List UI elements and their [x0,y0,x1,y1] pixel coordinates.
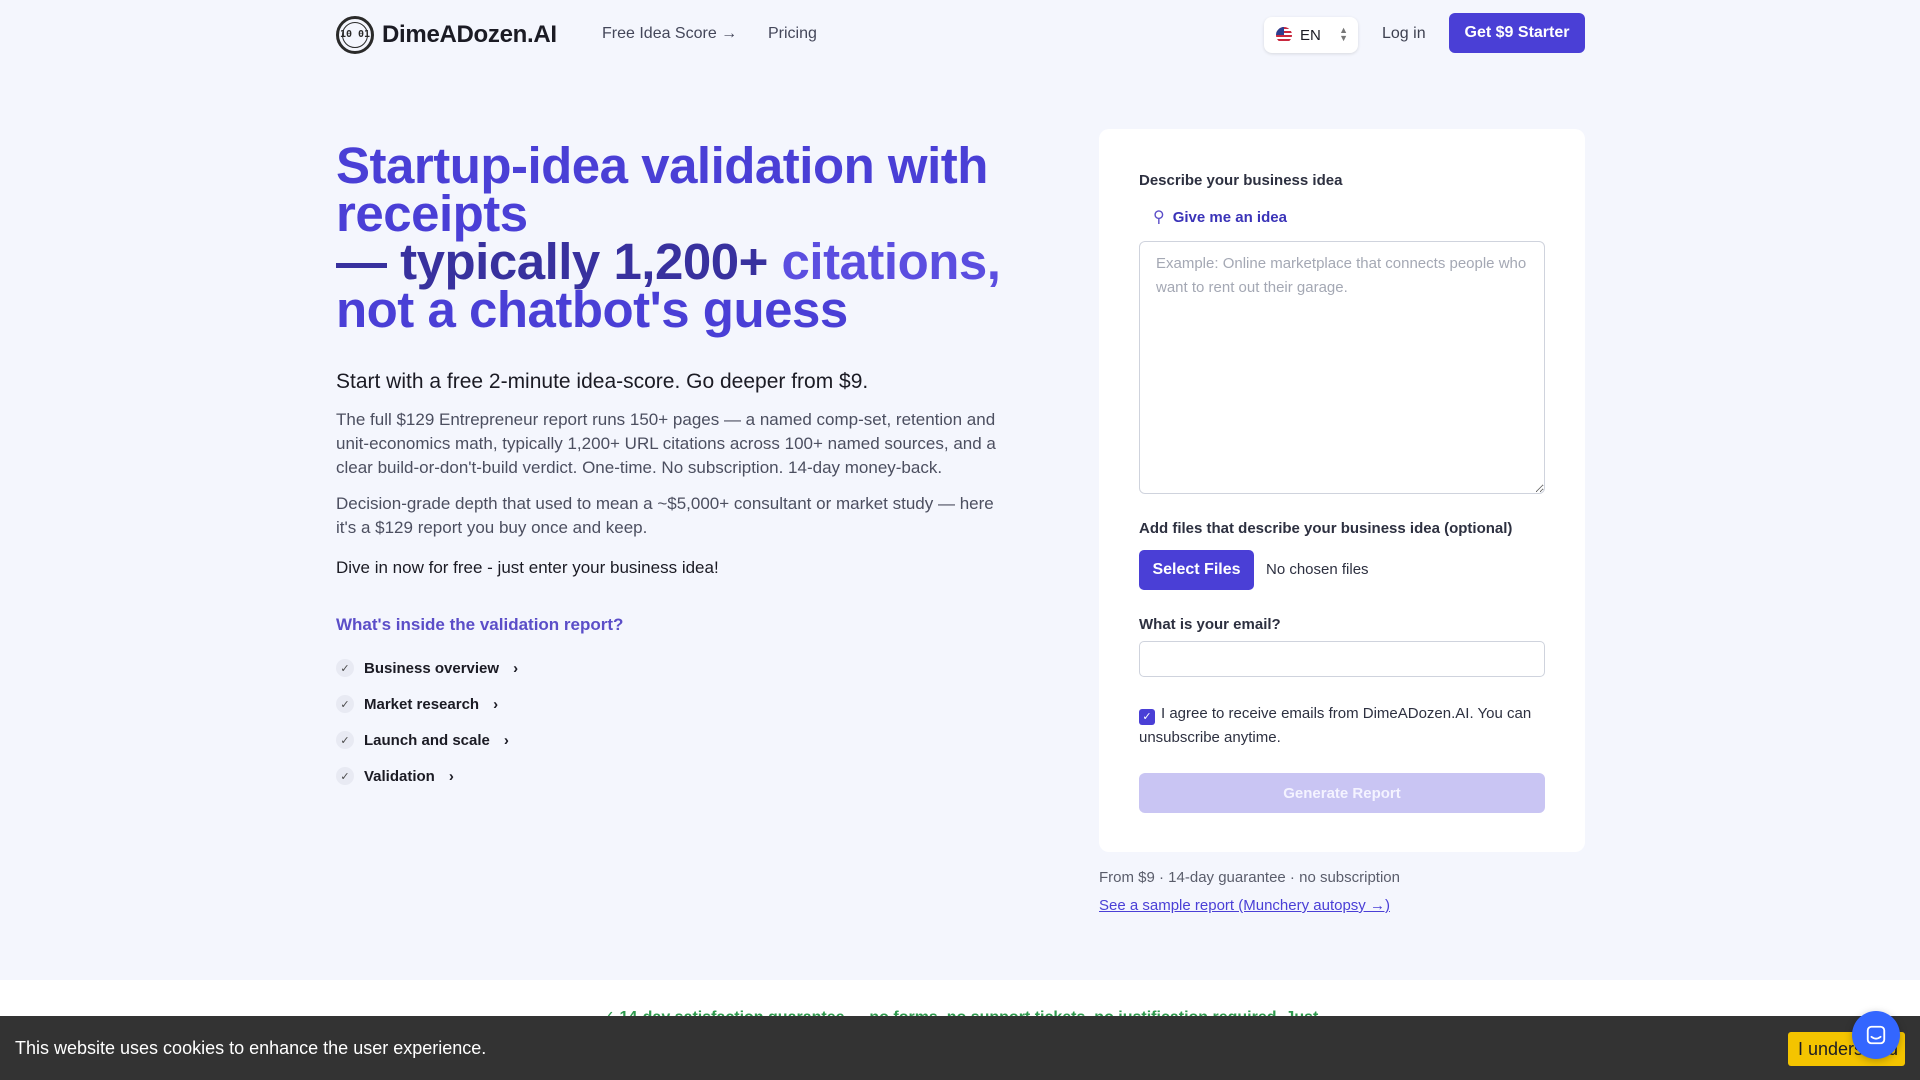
language-select[interactable]: EN ▲ ▼ [1264,17,1358,53]
inside-item-label: Market research [364,695,480,713]
chat-icon [1866,1025,1886,1045]
email-label: What is your email? [1139,616,1281,633]
cookie-text: This website uses cookies to enhance the… [15,1038,487,1058]
generate-report-button[interactable]: Generate Report [1139,773,1545,813]
sample-report-link[interactable]: See a sample report (Munchery autopsy →) [1099,897,1390,914]
inside-item-validation[interactable]: ✓ Validation › [336,758,518,794]
get-starter-button[interactable]: Get $9 Starter [1449,13,1585,53]
chat-launcher-button[interactable] [1852,1011,1900,1059]
us-flag-icon [1276,27,1292,43]
hero-title-line1: Startup-idea validation with receipts [336,137,988,242]
files-label: Add files that describe your business id… [1139,520,1513,537]
hero-title-line4: not a chatbot's guess [336,281,848,338]
hero-subtitle: Start with a free 2-minute idea-score. G… [336,370,869,393]
email-consent: ✓ I agree to receive emails from DimeADoz… [1139,702,1545,750]
logo[interactable]: 10 01 DimeADozen.AI [336,16,557,54]
hero-title-comma: , [986,233,1001,290]
select-files-button[interactable]: Select Files [1139,550,1254,590]
no-files-text: No chosen files [1266,561,1369,578]
inside-item-market-research[interactable]: ✓ Market research › [336,686,518,722]
inside-item-launch-and-scale[interactable]: ✓ Launch and scale › [336,722,518,758]
chevron-up-down-icon: ▲ ▼ [1339,25,1348,43]
check-icon: ✓ [336,659,354,677]
nav-pricing[interactable]: Pricing [768,25,817,43]
check-icon: ✓ [336,695,354,713]
language-value: EN [1300,26,1321,44]
hero-title: Startup-idea validation with receipts — … [336,140,1026,335]
inside-item-label: Launch and scale [364,731,490,749]
idea-textarea[interactable] [1139,241,1545,494]
nav-free-idea-score[interactable]: Free Idea Score → [602,25,737,43]
hero-dive-in: Dive in now for free - just enter your b… [336,558,719,577]
inside-report-title: What's inside the validation report? [336,615,624,634]
give-idea-label: Give me an idea [1172,208,1287,226]
consent-checkbox[interactable]: ✓ [1139,709,1155,725]
logo-mark: 10 01 [336,16,374,54]
check-icon: ✓ [336,767,354,785]
inside-item-label: Business overview [364,659,500,677]
check-icon: ✓ [336,731,354,749]
hero-value-prop: Decision-grade depth that used to mean a… [336,494,994,537]
logo-text: DimeADozen.AI [382,21,557,48]
inside-item-label: Validation [364,767,435,785]
chevron-right-icon: › [493,695,499,713]
pricing-note: From $9 · 14-day guarantee · no subscrip… [1099,869,1400,886]
consent-text: I agree to receive emails from DimeADoze… [1139,705,1532,746]
inside-report-list: ✓ Business overview › ✓ Market research … [336,650,518,794]
cookie-banner: This website uses cookies to enhance the… [0,1016,1920,1080]
give-me-an-idea-button[interactable]: ⚲ Give me an idea [1153,207,1287,227]
chevron-right-icon: › [503,731,509,749]
top-nav: 10 01 DimeADozen.AI Free Idea Score → Pr… [0,0,1920,68]
login-link[interactable]: Log in [1382,25,1426,43]
hero-description: The full $129 Entrepreneur report runs 1… [336,410,996,477]
magic-wand-icon: ⚲ [1153,209,1165,226]
idea-label: Describe your business idea [1139,172,1343,189]
chevron-right-icon: › [448,767,454,785]
inside-item-business-overview[interactable]: ✓ Business overview › [336,650,518,686]
email-input[interactable] [1139,641,1545,677]
idea-form-card: Describe your business idea ⚲ Give me an… [1099,129,1585,852]
chevron-right-icon: › [513,659,519,677]
